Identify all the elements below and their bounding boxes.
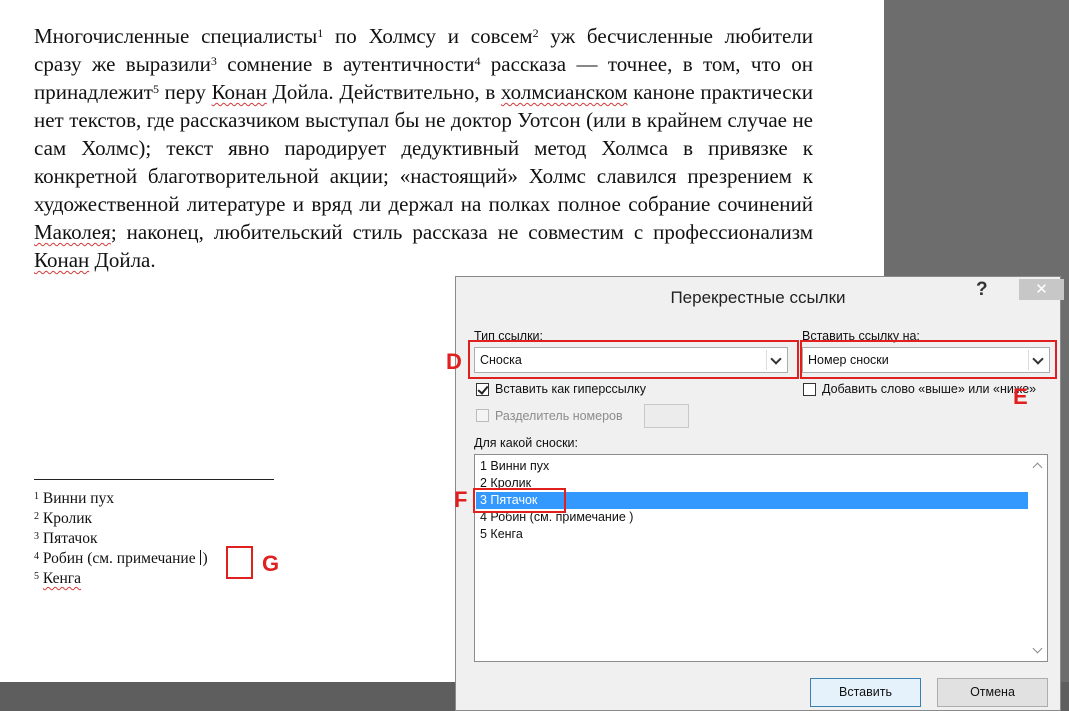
annotation-box-g <box>226 546 253 579</box>
footnote-text: Кенга <box>42 570 82 587</box>
footnote-separator <box>34 479 274 480</box>
footnote-tail: ) <box>202 550 208 567</box>
list-item[interactable]: 5 Кенга <box>476 526 1028 543</box>
cancel-button[interactable]: Отмена <box>937 678 1048 707</box>
spellcheck-word: холмсианском <box>500 80 628 104</box>
paragraph-text: ; наконец, любительский стиль рассказа н… <box>110 220 813 244</box>
paragraph-text: сомнение в аутентичности <box>216 52 475 76</box>
footnote-list[interactable]: 1 Винни пух 2 Кролик 3 Пятачок 4 Робин (… <box>474 454 1048 662</box>
footnote-text: Робин (см. примечание <box>42 550 200 567</box>
annotation-box-e <box>800 340 1057 379</box>
paragraph-text: перу <box>158 80 212 104</box>
separator-input <box>644 404 689 428</box>
footnote-number: 5 <box>34 571 39 582</box>
annotation-label-f: F <box>454 487 468 512</box>
spellcheck-word: Конан <box>211 80 267 104</box>
annotation-box-f <box>473 488 566 513</box>
close-button[interactable]: ✕ <box>1019 279 1064 300</box>
annotation-label-e: E <box>1013 384 1028 409</box>
footnote-number: 3 <box>34 531 39 542</box>
footnotes-area[interactable]: 1 Винни пух 2 Кролик 3 Пятачок 4 Робин (см.… <box>34 489 208 589</box>
separator-checkbox-label: Разделитель номеров <box>495 409 623 423</box>
paragraph-text: по Холмсу и совсем <box>323 24 533 48</box>
above-below-checkbox-label[interactable]: Добавить слово «выше» или «ниже» <box>822 382 1036 396</box>
paragraph-text: Дойла. Действительно, в <box>266 80 501 104</box>
paragraph-text: Многочисленные специалисты <box>34 24 318 48</box>
footnote-item[interactable]: 3 Пятачок <box>34 529 208 549</box>
footnote-number: 2 <box>34 511 39 522</box>
above-below-checkbox[interactable] <box>803 383 816 396</box>
insert-button[interactable]: Вставить <box>810 678 921 707</box>
document-paragraph[interactable]: Многочисленные специалисты1 по Холмсу и … <box>34 22 813 274</box>
annotation-label-d: D <box>446 349 462 374</box>
footnote-number: 4 <box>34 551 39 562</box>
footnote-item[interactable]: 5 Кенга <box>34 569 208 589</box>
paragraph-text: Дойла. <box>89 248 156 272</box>
list-scrollbar[interactable] <box>1029 456 1046 660</box>
spellcheck-word: Конан <box>34 248 90 272</box>
footnote-text: Кролик <box>42 510 93 527</box>
footnote-item[interactable]: 4 Робин (см. примечание ) <box>34 549 208 569</box>
footnote-item[interactable]: 1 Винни пух <box>34 489 208 509</box>
chevron-up-icon[interactable] <box>1032 462 1043 473</box>
help-button[interactable]: ? <box>976 279 988 301</box>
hyperlink-checkbox-label[interactable]: Вставить как гиперссылку <box>495 382 646 396</box>
list-item[interactable]: 1 Винни пух <box>476 458 1028 475</box>
annotation-label-g: G <box>262 551 280 576</box>
footnote-item[interactable]: 2 Кролик <box>34 509 208 529</box>
separator-checkbox <box>476 409 489 422</box>
footnote-text: Винни пух <box>42 490 115 507</box>
annotation-box-d <box>468 340 799 379</box>
footnote-text: Пятачок <box>42 530 98 547</box>
chevron-down-icon[interactable] <box>1032 643 1043 654</box>
hyperlink-checkbox[interactable] <box>476 383 489 396</box>
footnote-number: 1 <box>34 491 39 502</box>
spellcheck-word: Маколея <box>34 220 111 244</box>
which-footnote-label: Для какой сноски: <box>474 436 578 450</box>
dialog-title: Перекрестные ссылки <box>670 288 846 307</box>
